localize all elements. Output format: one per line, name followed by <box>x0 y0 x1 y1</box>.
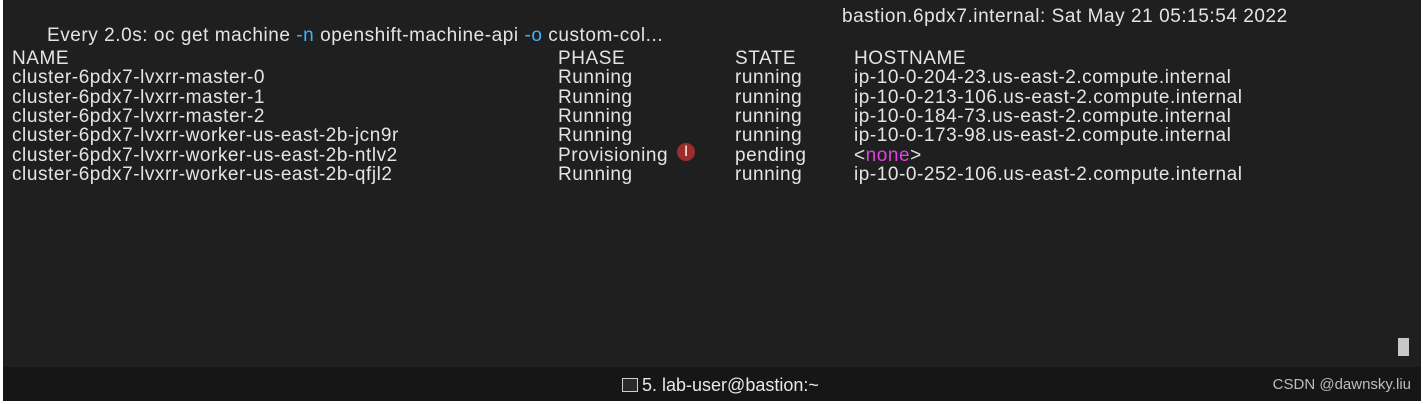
column-header-name: NAME <box>12 48 70 69</box>
machine-name: cluster-6pdx7-lvxrr-worker-us-east-2b-qf… <box>12 164 393 185</box>
hostname-bracket-close: > <box>910 144 922 166</box>
machine-state: running <box>735 86 803 108</box>
machine-name: cluster-6pdx7-lvxrr-master-0 <box>12 67 265 88</box>
session-tab[interactable]: 5. lab-user@bastion:~ <box>622 373 819 397</box>
table-header: NAME PHASE STATE HOSTNAME <box>12 49 966 69</box>
column-header-hostname: HOSTNAME <box>854 48 967 69</box>
machine-state: pending <box>735 144 807 166</box>
host-timestamp: bastion.6pdx7.internal: Sat May 21 05:15… <box>842 6 1288 27</box>
machine-state: running <box>735 67 803 88</box>
table-row: cluster-6pdx7-lvxrr-worker-us-east-2b-qf… <box>12 165 1242 185</box>
table-row: cluster-6pdx7-lvxrr-master-2 Running run… <box>12 107 1231 127</box>
status-bar: 5. lab-user@bastion:~ CSDN @dawnsky.liu <box>3 367 1421 401</box>
command-prefix: Every 2.0s: oc get machine <box>46 25 297 47</box>
machine-phase: Provisioning <box>558 144 669 166</box>
hostname-bracket-open: < <box>854 144 866 166</box>
machine-phase: Running <box>558 106 633 127</box>
machine-hostname: ip-10-0-184-73.us-east-2.compute.interna… <box>854 106 1232 127</box>
machine-phase: Running <box>558 86 633 108</box>
machine-name: cluster-6pdx7-lvxrr-worker-us-east-2b-nt… <box>12 144 398 166</box>
machine-phase: Running <box>558 67 633 88</box>
table-row: cluster-6pdx7-lvxrr-worker-us-east-2b-nt… <box>12 145 921 166</box>
command-rest: custom-col... <box>542 25 664 47</box>
column-header-state: STATE <box>735 48 797 69</box>
flag-o: -o <box>524 25 543 47</box>
scrollbar-thumb[interactable] <box>1398 338 1409 356</box>
mouse-cursor-highlight: I <box>671 137 701 167</box>
ibeam-cursor-icon: I <box>684 144 689 160</box>
machine-hostname: ip-10-0-204-23.us-east-2.compute.interna… <box>854 67 1232 88</box>
flag-n: -n <box>296 25 315 47</box>
watermark: CSDN @dawnsky.liu <box>1272 376 1411 393</box>
machine-hostname: ip-10-0-252-106.us-east-2.compute.intern… <box>854 164 1243 185</box>
table-row: cluster-6pdx7-lvxrr-worker-us-east-2b-jc… <box>12 126 1231 146</box>
machine-phase: Running <box>558 164 633 185</box>
machine-name: cluster-6pdx7-lvxrr-master-1 <box>12 86 265 108</box>
machine-name: cluster-6pdx7-lvxrr-master-2 <box>12 106 265 127</box>
table-row: cluster-6pdx7-lvxrr-master-1 Running run… <box>12 87 1242 108</box>
machine-state: running <box>735 125 803 146</box>
machine-state: running <box>735 106 803 127</box>
machine-hostname: ip-10-0-173-98.us-east-2.compute.interna… <box>854 125 1232 146</box>
terminal-window: Every 2.0s: oc get machine -n openshift-… <box>3 0 1421 401</box>
watch-header: Every 2.0s: oc get machine -n openshift-… <box>12 7 1287 46</box>
terminal-icon <box>622 378 638 392</box>
hostname-none: none <box>865 144 911 166</box>
table-row: cluster-6pdx7-lvxrr-master-0 Running run… <box>12 68 1231 88</box>
terminal-output[interactable]: Every 2.0s: oc get machine -n openshift-… <box>12 7 1421 367</box>
machine-state: running <box>735 164 803 185</box>
session-tab-label: 5. lab-user@bastion:~ <box>642 374 819 395</box>
namespace-arg: openshift-machine-api <box>314 25 525 47</box>
machine-name: cluster-6pdx7-lvxrr-worker-us-east-2b-jc… <box>12 125 399 146</box>
machine-hostname: ip-10-0-213-106.us-east-2.compute.intern… <box>854 86 1243 108</box>
command-text: Every 2.0s: oc get machine -n openshift-… <box>47 25 663 46</box>
column-header-phase: PHASE <box>558 48 626 69</box>
machine-phase: Running <box>558 125 633 146</box>
machine-hostname: <none> <box>854 144 922 166</box>
